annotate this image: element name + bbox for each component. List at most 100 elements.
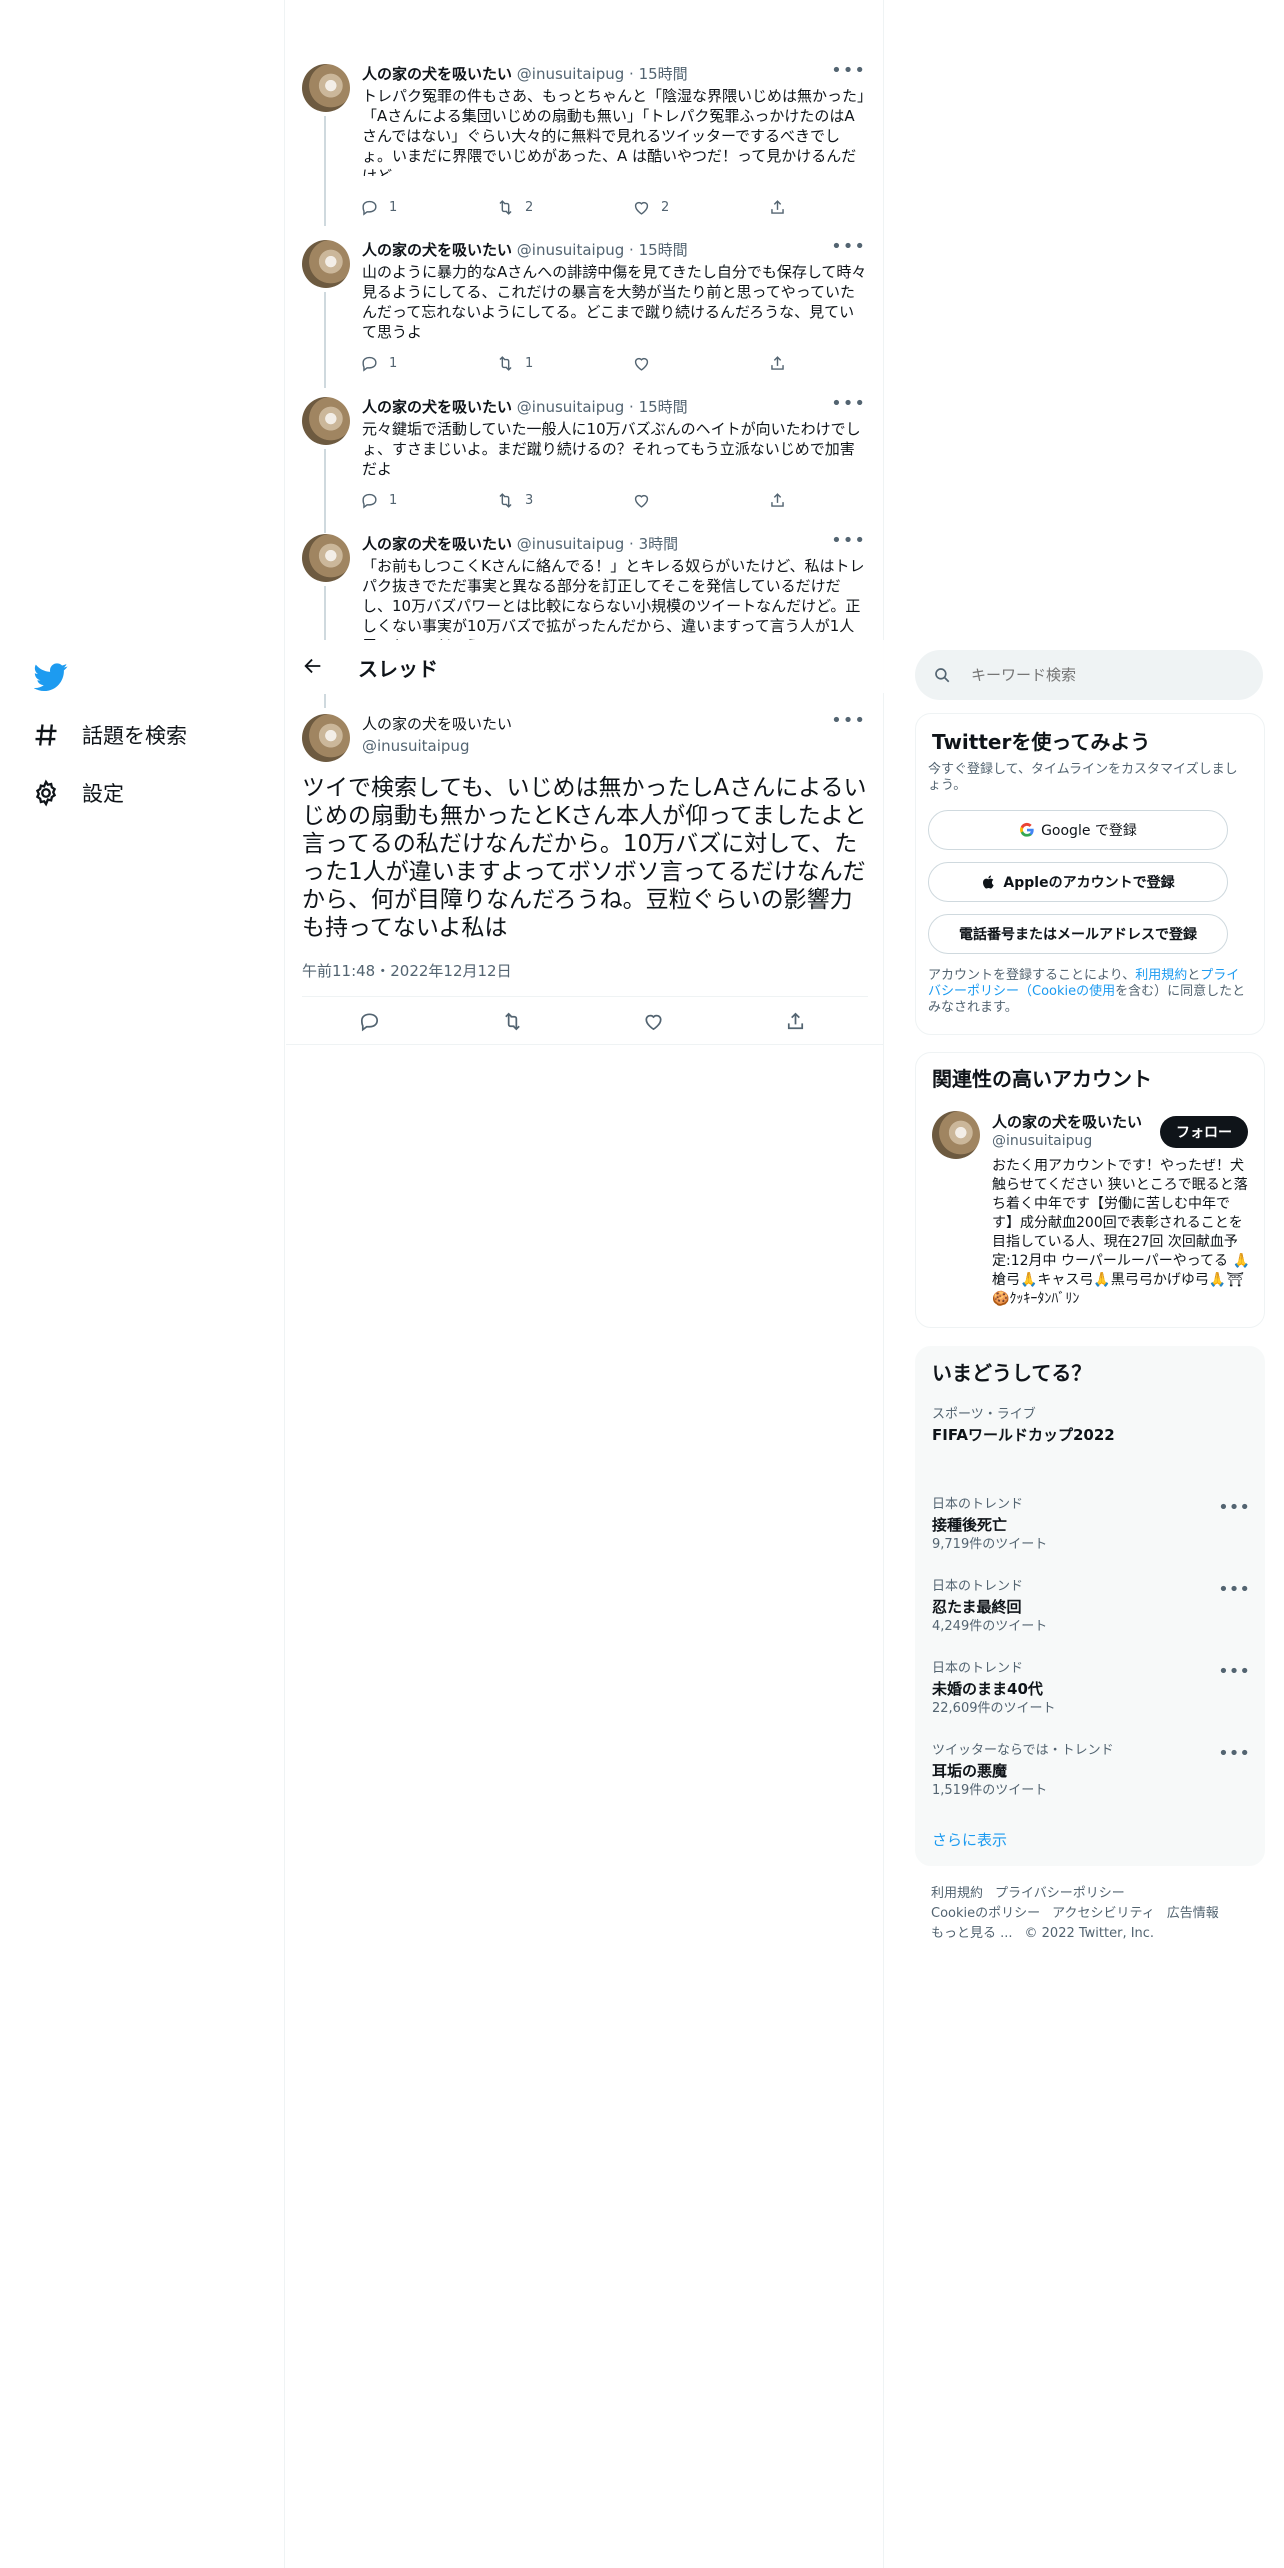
nav-explore[interactable]: 話題を検索 [32,720,187,750]
retweet-button[interactable]: 3 [496,491,533,510]
author-name[interactable]: 人の家の犬を吸いたい [362,714,868,734]
follow-button[interactable]: フォロー [1160,1116,1248,1148]
legal-mid: と [1187,968,1201,983]
more-icon[interactable]: ••• [1218,1579,1250,1600]
phone-email-signup-label: 電話番号またはメールアドレスで登録 [959,927,1197,943]
avatar[interactable] [302,240,350,288]
tweet-time[interactable]: 15時間 [639,65,688,83]
share-button[interactable] [768,354,797,373]
thread-connector [324,116,326,226]
tweet-time[interactable]: 15時間 [639,241,688,259]
reply-count: 1 [389,493,398,508]
account-handle[interactable]: @inusuitaipug [992,1133,1092,1149]
terms-link[interactable]: 利用規約 [1135,968,1187,983]
hashtag-icon [35,724,57,746]
tweet-time[interactable]: 3時間 [639,535,679,553]
google-icon [1020,822,1034,837]
footer-links: 利用規約 プライバシーポリシー Cookieのポリシー アクセシビリティ 広告情報 も… [931,1884,1251,1944]
avatar[interactable] [302,64,350,112]
reply-button[interactable]: 1 [360,198,397,217]
google-signup-button[interactable]: Google で登録 [928,810,1228,850]
retweet-button[interactable] [501,1010,524,1033]
retweet-icon [499,493,512,508]
author-handle[interactable]: @inusuitaipug [517,241,624,259]
avatar[interactable] [932,1111,980,1159]
reply-button[interactable] [358,1010,381,1033]
tweet-time[interactable]: 15時間 [639,398,688,416]
apple-signup-button[interactable]: Appleのアカウントで登録 [928,862,1228,902]
share-icon [771,493,784,507]
avatar[interactable] [302,714,350,762]
more-icon[interactable]: ••• [831,60,866,81]
nav-settings[interactable]: 設定 [32,778,124,808]
footer-more[interactable]: もっと見る ... [931,1926,1013,1941]
like-button[interactable] [632,354,661,373]
author-handle[interactable]: @inusuitaipug [362,736,868,756]
tweet-header: 人の家の犬を吸いたい @inusuitaipug · 15時間 [362,65,688,83]
like-button[interactable] [632,491,661,510]
more-icon[interactable]: ••• [1218,1661,1250,1682]
thread-tweet[interactable]: 人の家の犬を吸いたい @inusuitaipug · 15時間 ••• 元々鍵垢… [286,393,884,533]
trend-item[interactable]: 日本のトレンド 未婚のまま40代 22,609件のツイート ••• [932,1661,1250,1717]
thread-tweet[interactable]: 人の家の犬を吸いたい @inusuitaipug · 15時間 ••• 山のよう… [286,236,884,388]
author-name[interactable]: 人の家の犬を吸いたい [362,398,512,416]
thread-connector [324,449,326,533]
author-handle[interactable]: @inusuitaipug [517,398,624,416]
author-name[interactable]: 人の家の犬を吸いたい [362,241,512,259]
left-navigation: 話題を検索 設定 [0,0,285,2568]
retweet-count: 1 [525,356,534,371]
author-name[interactable]: 人の家の犬を吸いたい [362,65,512,83]
retweet-button[interactable]: 2 [496,198,533,217]
more-icon[interactable]: ••• [831,534,866,551]
share-button[interactable] [768,198,797,217]
thread-connector [324,586,326,640]
show-more-link[interactable]: さらに表示 [932,1829,1007,1850]
share-button[interactable] [784,1010,807,1033]
phone-email-signup-button[interactable]: 電話番号またはメールアドレスで登録 [928,914,1228,954]
divider [302,996,868,997]
reply-button[interactable]: 1 [360,354,397,373]
search-input[interactable] [971,650,1241,700]
thread-tweet[interactable]: 人の家の犬を吸いたい @inusuitaipug · 15時間 ••• トレパク… [286,60,884,226]
author-name[interactable]: 人の家の犬を吸いたい [362,535,512,553]
like-button[interactable] [642,1010,665,1033]
avatar[interactable] [302,397,350,445]
thread-tweet[interactable]: 人の家の犬を吸いたい @inusuitaipug · 3時間 ••• 「お前もし… [286,534,884,640]
like-button[interactable]: 2 [632,198,669,217]
twitter-logo-icon[interactable] [33,660,68,694]
trend-item[interactable]: ツイッターならでは・トレンド 耳垢の悪魔 1,519件のツイート ••• [932,1743,1250,1799]
footer-accessibility[interactable]: アクセシビリティ [1052,1906,1155,1921]
more-icon[interactable]: ••• [1218,1497,1250,1518]
reply-icon [362,200,377,216]
avatar[interactable] [302,534,350,582]
tweet-text: 元々鍵垢で活動していた一般人に10万バズぶんのヘイトが向いたわけでしょ、すさまじ… [362,420,861,478]
apple-icon [983,875,995,889]
google-signup-label: Google で登録 [1041,823,1137,839]
trend-item[interactable]: スポーツ・ライブ FIFAワールドカップ2022 [932,1407,1250,1445]
footer-cookie[interactable]: Cookieのポリシー [931,1906,1040,1921]
tweet-timestamp[interactable]: 午前11:48・2022年12月12日 [302,960,512,981]
back-arrow-icon[interactable] [302,655,324,677]
retweet-button[interactable]: 1 [496,354,533,373]
tweet-header: 人の家の犬を吸いたい @inusuitaipug · 15時間 [362,241,688,259]
more-icon[interactable]: ••• [831,393,866,414]
gear-icon [35,779,57,807]
more-icon[interactable]: ••• [831,236,866,257]
retweet-icon [499,200,512,215]
footer-terms[interactable]: 利用規約 [931,1886,983,1901]
trend-category: スポーツ・ライブ [932,1407,1036,1422]
share-button[interactable] [768,491,797,510]
search-box[interactable] [915,650,1263,700]
footer-privacy[interactable]: プライバシーポリシー [995,1886,1125,1901]
more-icon[interactable]: ••• [1218,1743,1250,1764]
trend-item[interactable]: 日本のトレンド 接種後死亡 9,719件のツイート ••• [932,1497,1250,1553]
author-handle[interactable]: @inusuitaipug [517,535,624,553]
tweet-actions: 1 1 [360,354,800,376]
author-handle[interactable]: @inusuitaipug [517,65,624,83]
footer-ads[interactable]: 広告情報 [1167,1906,1219,1921]
trend-item[interactable]: 日本のトレンド 忍たま最終回 4,249件のツイート ••• [932,1579,1250,1635]
reply-icon [362,493,377,509]
more-icon[interactable]: ••• [831,710,866,731]
reply-button[interactable]: 1 [360,491,397,510]
account-name[interactable]: 人の家の犬を吸いたい [992,1111,1142,1132]
